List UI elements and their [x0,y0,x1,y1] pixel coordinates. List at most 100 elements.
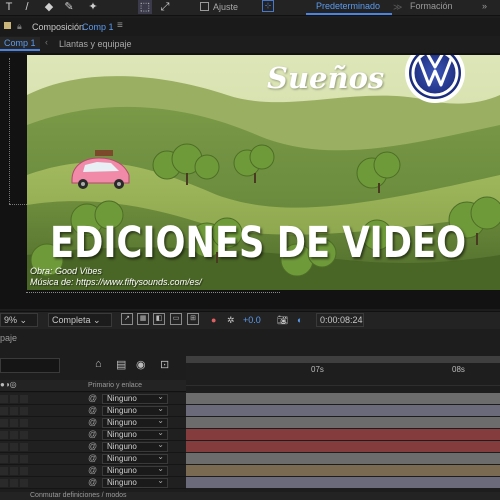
layer-switch-box[interactable] [0,455,8,463]
transparency-grid-icon[interactable]: ▦ [137,313,149,325]
safe-area-guide [26,292,280,293]
layer-switch-box[interactable] [0,431,8,439]
parent-dropdown[interactable]: Ninguno [102,393,168,404]
show-snapshot-icon[interactable]: ◐ [297,315,302,325]
pick-whip-icon[interactable]: @ [88,477,97,487]
fast-preview-icon[interactable]: ↗ [121,313,133,325]
work-area-bar[interactable] [186,356,500,363]
composition-flowchart-icon[interactable]: ⌂ [95,358,102,370]
layer-duration-bar[interactable] [186,477,500,488]
layer-switch-box[interactable] [10,407,18,415]
exposure-value[interactable]: +0.0 [243,315,261,325]
text-tool-icon[interactable]: T [2,0,16,14]
layer-duration-bar[interactable] [186,453,500,464]
layer-switch-box[interactable] [10,419,18,427]
mask-visibility-icon[interactable]: ◧ [153,313,165,325]
parent-link-column-header: Primario y enlace [88,382,143,389]
parent-dropdown[interactable]: Ninguno [102,417,168,428]
parent-dropdown[interactable]: Ninguno [102,477,168,488]
eraser-tool-icon[interactable]: ◆ [42,0,56,14]
workspace-underline [306,13,392,15]
tab-nav-arrow[interactable]: ‹ [45,37,48,47]
layer-switch-box[interactable] [20,395,28,403]
layer-switch-box[interactable] [0,479,8,487]
puppet-tool-icon[interactable]: ✦ [86,0,100,14]
draft-3d-icon[interactable]: ▤ [116,358,126,371]
pick-whip-icon[interactable]: @ [88,453,97,463]
composition-frame[interactable]: Sueños EDICIONES DE VIDEO Obra: Good Vib… [27,55,500,290]
pick-whip-icon[interactable]: @ [88,417,97,427]
layer-switch-box[interactable] [10,443,18,451]
layer-switch-box[interactable] [0,395,8,403]
composition-panel-title: Composición [32,22,85,32]
zoom-value: 9% [4,315,18,325]
timeline-panel-label: paje [0,333,18,343]
layer-search-input[interactable] [0,358,60,373]
layer-duration-bar[interactable] [186,393,500,404]
shy-layers-icon[interactable]: ◉ [136,358,146,371]
current-time-display[interactable]: 0:00:08:24 [316,313,364,327]
snap-label: Ajuste [213,2,239,12]
layer-switch-box[interactable] [0,419,8,427]
quality-dropdown[interactable]: Completa ⌄ [48,313,112,327]
tab-comp-1[interactable]: Comp 1 [0,37,40,51]
layer-switch-box[interactable] [10,467,18,475]
workspace-formacion[interactable]: Formación [410,1,453,11]
visibility-column-icon: ●◑◎ [0,380,17,389]
roto-tool-icon[interactable]: ⤢ [158,0,172,14]
layer-duration-bar[interactable] [186,465,500,476]
graph-editor-icon[interactable]: ⊡ [160,358,169,371]
layer-duration-bar[interactable] [186,429,500,440]
parent-dropdown[interactable]: Ninguno [102,429,168,440]
layer-switch-box[interactable] [10,431,18,439]
pick-whip-icon[interactable]: @ [88,465,97,475]
layer-switch-box[interactable] [10,395,18,403]
parent-dropdown[interactable]: Ninguno [102,465,168,476]
workspace-more-button[interactable]: » [482,1,487,11]
layer-row[interactable]: @ Ninguno [0,477,186,489]
layer-switch-box[interactable] [0,443,8,451]
layer-duration-bar[interactable] [186,405,500,416]
composition-name[interactable]: Comp 1 [82,22,114,32]
panel-menu-icon[interactable]: ≡ [117,20,123,31]
parent-dropdown[interactable]: Ninguno [102,441,168,452]
credit-musica: Música de: https://www.fiftysounds.com/e… [30,277,202,287]
parent-dropdown[interactable]: Ninguno [102,405,168,416]
layer-switch-box[interactable] [20,467,28,475]
selection-tool-icon[interactable]: ⬚ [138,0,152,14]
layer-switch-box[interactable] [20,419,28,427]
credit-obra: Obra: Good Vibes [30,266,102,276]
region-of-interest-icon[interactable]: ▭ [170,313,182,325]
layer-switch-box[interactable] [10,455,18,463]
layer-duration-bar[interactable] [186,417,500,428]
snap-checkbox[interactable] [200,2,209,11]
layer-switch-box[interactable] [20,407,28,415]
channel-rgb-icon[interactable]: ● [211,315,216,325]
pick-whip-icon[interactable]: @ [88,405,97,415]
color-management-icon[interactable]: ✲ [227,315,235,326]
parent-dropdown[interactable]: Ninguno [102,453,168,464]
toggle-switches-modes-label[interactable]: Conmutar definiciones / modos [30,492,127,499]
layer-switch-box[interactable] [20,479,28,487]
pick-whip-icon[interactable]: @ [88,393,97,403]
layer-switch-box[interactable] [0,467,8,475]
zoom-dropdown[interactable]: 9% ⌄ [0,313,38,327]
lock-icon[interactable]: 🔒︎ [17,21,22,32]
tab-llantas-equipaje[interactable]: Llantas y equipaje [59,39,132,49]
pen-tool-icon[interactable]: / [20,0,34,14]
snapshot-camera-icon[interactable]: 📷︎ [277,315,288,326]
workspace-predeterminado[interactable]: Predeterminado [316,1,380,11]
scene-headline-text: EDICIONES DE VIDEO [50,218,467,268]
layer-switch-box[interactable] [10,479,18,487]
layer-switch-box[interactable] [20,455,28,463]
layer-switch-box[interactable] [0,407,8,415]
after-effects-window: T / ◆ ✎ ✦ ⬚ ⤢ Ajuste ⊹ Predeterminado ≫ … [0,0,500,500]
layer-switch-box[interactable] [20,431,28,439]
grid-guides-icon[interactable]: ⊞ [187,313,199,325]
layer-duration-bar[interactable] [186,441,500,452]
brush-tool-icon[interactable]: ✎ [62,0,76,14]
pick-whip-icon[interactable]: @ [88,441,97,451]
snap-options-icon[interactable]: ⊹ [262,0,274,12]
pick-whip-icon[interactable]: @ [88,429,97,439]
layer-switch-box[interactable] [20,443,28,451]
